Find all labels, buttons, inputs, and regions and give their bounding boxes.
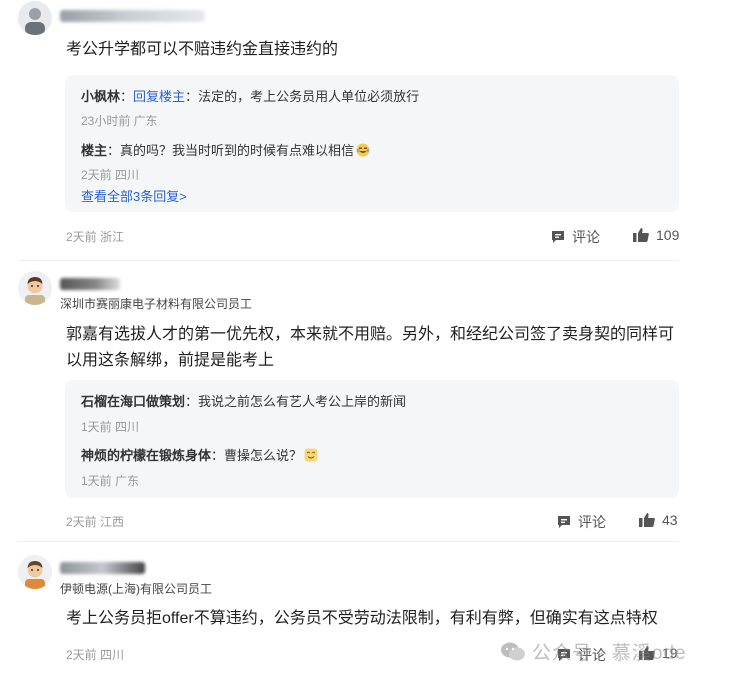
comment-text: 郭嘉有选拔人才的第一优先权，本来就不用赔。另外，和经纪公司签了卖身契的同样可 以… [66,322,686,374]
like-count: 109 [656,227,680,243]
reply-text: 我说之前怎么有艺人考公上岸的新闻 [198,394,407,409]
watermark-text: 公众号 · 慕溪ode [532,643,687,664]
colon: ： [185,89,199,104]
user-avatar-icon [18,1,52,35]
reply-to-op-link[interactable]: 回复楼主 [133,89,185,104]
reply-author[interactable]: 神烦的柠檬在锻炼身体 [81,448,211,463]
colon: ： [185,394,199,409]
avatar[interactable] [18,1,52,35]
comment-label: 评论 [578,514,606,530]
company-badge: 伊顿电源(上海)有限公司员工 [60,582,212,596]
reply-meta: 23小时前 广东 [81,114,158,128]
reply-meta: 2天前 四川 [81,168,140,182]
comment-button[interactable]: 评论 [550,227,600,247]
reply-item: 小枫林：回复楼主：法定的，考上公务员用人单位必须放行 [81,86,419,105]
cartoon-man-avatar-icon [18,555,52,589]
reply-item: 楼主：真的吗？我当时听到的时候有点难以相信 [81,140,370,159]
reply-item: 神烦的柠檬在锻炼身体：曹操怎么说？ [81,445,318,464]
avatar[interactable] [18,271,52,305]
comment-icon [552,231,564,243]
laugh-cry-emoji-icon [356,143,370,157]
comment-2: 深圳市赛丽康电子材料有限公司员工 郭嘉有选拔人才的第一优先权，本来就不用赔。另外… [0,268,729,540]
username-redacted [60,10,205,22]
reply-text: 真的吗？我当时听到的时候有点难以相信 [120,143,355,158]
comment-meta: 2天前 浙江 [66,230,125,244]
comment-icon [558,516,570,528]
colon: ： [107,143,121,158]
reply-item: 石榴在海口做策划：我说之前怎么有艺人考公上岸的新闻 [81,391,406,410]
colon: ： [120,89,134,104]
reply-meta: 1天前 四川 [81,420,140,434]
smile-emoji-icon [304,448,318,462]
colon: ： [211,448,225,463]
view-all-replies-link[interactable]: 查看全部3条回复> [81,186,187,205]
like-count: 43 [662,512,678,528]
reply-author[interactable]: 楼主 [81,143,107,158]
divider [18,260,679,261]
divider [18,541,679,542]
comment-1: 考公升学都可以不赔违约金直接违约的 小枫林：回复楼主：法定的，考上公务员用人单位… [0,0,729,260]
cartoon-man-avatar-icon [18,271,52,305]
comment-button[interactable]: 评论 [556,512,606,532]
like-button[interactable]: 43 [638,512,678,528]
company-badge: 深圳市赛丽康电子材料有限公司员工 [60,297,253,311]
comment-text: 考上公务员拒offer不算违约，公务员不受劳动法限制，有利有弊，但确实有这点特权 [66,610,658,627]
avatar[interactable] [18,555,52,589]
reply-box: 石榴在海口做策划：我说之前怎么有艺人考公上岸的新闻 1天前 四川 神烦的柠檬在锻… [65,380,679,498]
wechat-icon [501,642,525,660]
thumbs-up-icon [633,228,649,242]
comment-text-line: 郭嘉有选拔人才的第一优先权，本来就不用赔。另外，和经纪公司签了卖身契的同样可 [66,326,675,343]
reply-author[interactable]: 小枫林 [81,89,120,104]
comment-text: 考公升学都可以不赔违约金直接违约的 [66,41,339,58]
reply-meta: 1天前 广东 [81,474,140,488]
reply-author[interactable]: 石榴在海口做策划 [81,394,185,409]
reply-text: 曹操怎么说？ [224,448,303,463]
username-redacted [60,562,145,574]
reply-text: 法定的，考上公务员用人单位必须放行 [198,89,420,104]
like-button[interactable]: 109 [632,227,679,243]
watermark: 公众号 · 慕溪ode [500,638,687,665]
username-redacted [60,278,120,290]
comment-label: 评论 [572,229,600,245]
comment-text-line: 以用这条解绑，前提是能考上 [66,352,275,369]
comment-meta: 2天前 江西 [66,515,125,529]
comment-meta: 2天前 四川 [66,648,125,662]
thumbs-up-icon [639,513,655,527]
reply-box: 小枫林：回复楼主：法定的，考上公务员用人单位必须放行 23小时前 广东 楼主：真… [65,75,679,212]
